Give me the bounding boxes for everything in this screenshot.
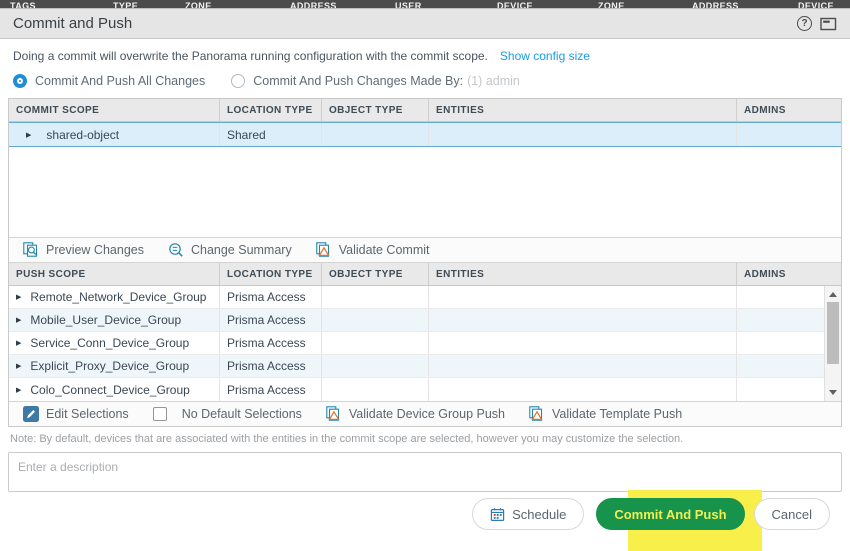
push-toolbar: Edit Selections No Default Selections Va… bbox=[9, 401, 841, 426]
note-text: Note: By default, devices that are assoc… bbox=[10, 433, 840, 445]
scroll-down-icon[interactable] bbox=[825, 385, 841, 400]
commit-scope-object-type bbox=[321, 123, 428, 146]
expand-arrow-icon[interactable]: ▶ bbox=[26, 131, 31, 139]
schedule-button[interactable]: Schedule bbox=[472, 498, 584, 530]
background-table-header: TAGS TYPE ZONE ADDRESS USER DEVICE ZONE … bbox=[0, 0, 850, 8]
vertical-scrollbar[interactable] bbox=[824, 286, 841, 401]
radio-commit-all-label: Commit And Push All Changes bbox=[35, 74, 205, 88]
commit-table-header: COMMIT SCOPE LOCATION TYPE OBJECT TYPE E… bbox=[9, 99, 841, 122]
table-row[interactable]: ▶Explicit_Proxy_Device_Group Prisma Acce… bbox=[9, 355, 824, 378]
table-row[interactable]: ▶ shared-object Shared bbox=[9, 122, 841, 147]
expand-arrow-icon[interactable]: ▶ bbox=[16, 339, 21, 347]
commit-col-location: LOCATION TYPE bbox=[219, 99, 321, 121]
push-col-object: OBJECT TYPE bbox=[321, 263, 428, 285]
commit-col-admins: ADMINS bbox=[736, 99, 841, 121]
radio-selected-icon[interactable] bbox=[13, 74, 27, 88]
table-row[interactable]: ▶Service_Conn_Device_Group Prisma Access bbox=[9, 332, 824, 355]
commit-scope-name: shared-object bbox=[46, 128, 119, 142]
commit-scope-entities bbox=[428, 123, 736, 146]
bg-col-zone2: ZONE bbox=[598, 1, 625, 8]
show-config-size-link[interactable]: Show config size bbox=[500, 49, 590, 63]
page: TAGS TYPE ZONE ADDRESS USER DEVICE ZONE … bbox=[0, 0, 850, 551]
commit-toolbar: Preview Changes Change Summary bbox=[9, 237, 841, 263]
radio-commit-by-detail: (1) admin bbox=[467, 74, 520, 88]
push-col-scope: PUSH SCOPE bbox=[9, 263, 219, 285]
no-default-selections-option[interactable]: No Default Selections bbox=[153, 407, 302, 421]
validate-template-push-button[interactable]: Validate Template Push bbox=[529, 406, 682, 422]
dialog-titlebar: Commit and Push ? bbox=[0, 9, 850, 39]
table-row[interactable]: ▶Remote_Network_Device_Group Prisma Acce… bbox=[9, 286, 824, 309]
expand-arrow-icon[interactable]: ▶ bbox=[16, 386, 21, 394]
push-table-header: PUSH SCOPE LOCATION TYPE OBJECT TYPE ENT… bbox=[9, 263, 841, 286]
bg-col-address: ADDRESS bbox=[290, 1, 337, 8]
commit-scope-location: Shared bbox=[219, 123, 321, 146]
scroll-up-icon[interactable] bbox=[825, 287, 841, 302]
expand-arrow-icon[interactable]: ▶ bbox=[16, 362, 21, 370]
push-table-body: ▶Remote_Network_Device_Group Prisma Acce… bbox=[9, 286, 841, 401]
no-default-selections-checkbox[interactable] bbox=[153, 407, 167, 421]
edit-pencil-icon bbox=[23, 406, 39, 422]
bg-col-type: TYPE bbox=[113, 1, 138, 8]
validate-device-group-push-icon bbox=[326, 406, 342, 422]
change-summary-button[interactable]: Change Summary bbox=[168, 242, 292, 258]
commit-and-push-button[interactable]: Commit And Push bbox=[596, 498, 744, 530]
commit-col-object: OBJECT TYPE bbox=[321, 99, 428, 121]
push-col-admins: ADMINS bbox=[736, 263, 841, 285]
commit-col-scope: COMMIT SCOPE bbox=[9, 99, 219, 121]
table-row[interactable]: ▶Colo_Connect_Device_Group Prisma Access bbox=[9, 378, 824, 401]
description-input[interactable] bbox=[8, 452, 842, 492]
radio-unselected-icon[interactable] bbox=[231, 74, 245, 88]
validate-device-group-push-button[interactable]: Validate Device Group Push bbox=[326, 406, 505, 422]
bg-col-device: DEVICE bbox=[497, 1, 533, 8]
push-col-location: LOCATION TYPE bbox=[219, 263, 321, 285]
validate-commit-icon bbox=[316, 242, 332, 258]
expand-arrow-icon[interactable]: ▶ bbox=[16, 293, 21, 301]
commit-table-empty-area bbox=[9, 147, 841, 237]
commit-col-entities: ENTITIES bbox=[428, 99, 736, 121]
intro-text: Doing a commit will overwrite the Panora… bbox=[13, 49, 488, 63]
commit-scope-admins bbox=[736, 123, 841, 146]
bg-col-tags: TAGS bbox=[10, 1, 36, 8]
radio-commit-all[interactable]: Commit And Push All Changes bbox=[13, 74, 205, 88]
bg-col-zone: ZONE bbox=[185, 1, 212, 8]
scope-tables-block: COMMIT SCOPE LOCATION TYPE OBJECT TYPE E… bbox=[8, 98, 842, 427]
expand-arrow-icon[interactable]: ▶ bbox=[16, 316, 21, 324]
radio-commit-by[interactable]: Commit And Push Changes Made By: (1) adm… bbox=[231, 74, 520, 88]
bg-col-address2: ADDRESS bbox=[692, 1, 739, 8]
scrollbar-thumb[interactable] bbox=[827, 302, 839, 364]
validate-template-push-icon bbox=[529, 406, 545, 422]
preview-changes-icon bbox=[23, 242, 39, 258]
push-col-entities: ENTITIES bbox=[428, 263, 736, 285]
dialog-title: Commit and Push bbox=[13, 15, 132, 32]
bg-col-device2: DEVICE bbox=[798, 1, 834, 8]
table-row[interactable]: ▶Mobile_User_Device_Group Prisma Access bbox=[9, 309, 824, 332]
dialog-footer: Schedule Commit And Push Cancel bbox=[0, 498, 850, 530]
radio-commit-by-label: Commit And Push Changes Made By: bbox=[253, 74, 463, 88]
cancel-button[interactable]: Cancel bbox=[754, 498, 830, 530]
bg-col-user: USER bbox=[395, 1, 422, 8]
preview-changes-button[interactable]: Preview Changes bbox=[23, 242, 144, 258]
validate-commit-button[interactable]: Validate Commit bbox=[316, 242, 430, 258]
help-icon[interactable]: ? bbox=[797, 16, 812, 31]
commit-and-push-dialog: Commit and Push ? Doing a commit will ov… bbox=[0, 8, 850, 551]
window-restore-icon[interactable] bbox=[820, 17, 837, 31]
calendar-icon bbox=[490, 507, 505, 522]
change-summary-icon bbox=[168, 242, 184, 258]
edit-selections-button[interactable]: Edit Selections bbox=[23, 406, 129, 422]
